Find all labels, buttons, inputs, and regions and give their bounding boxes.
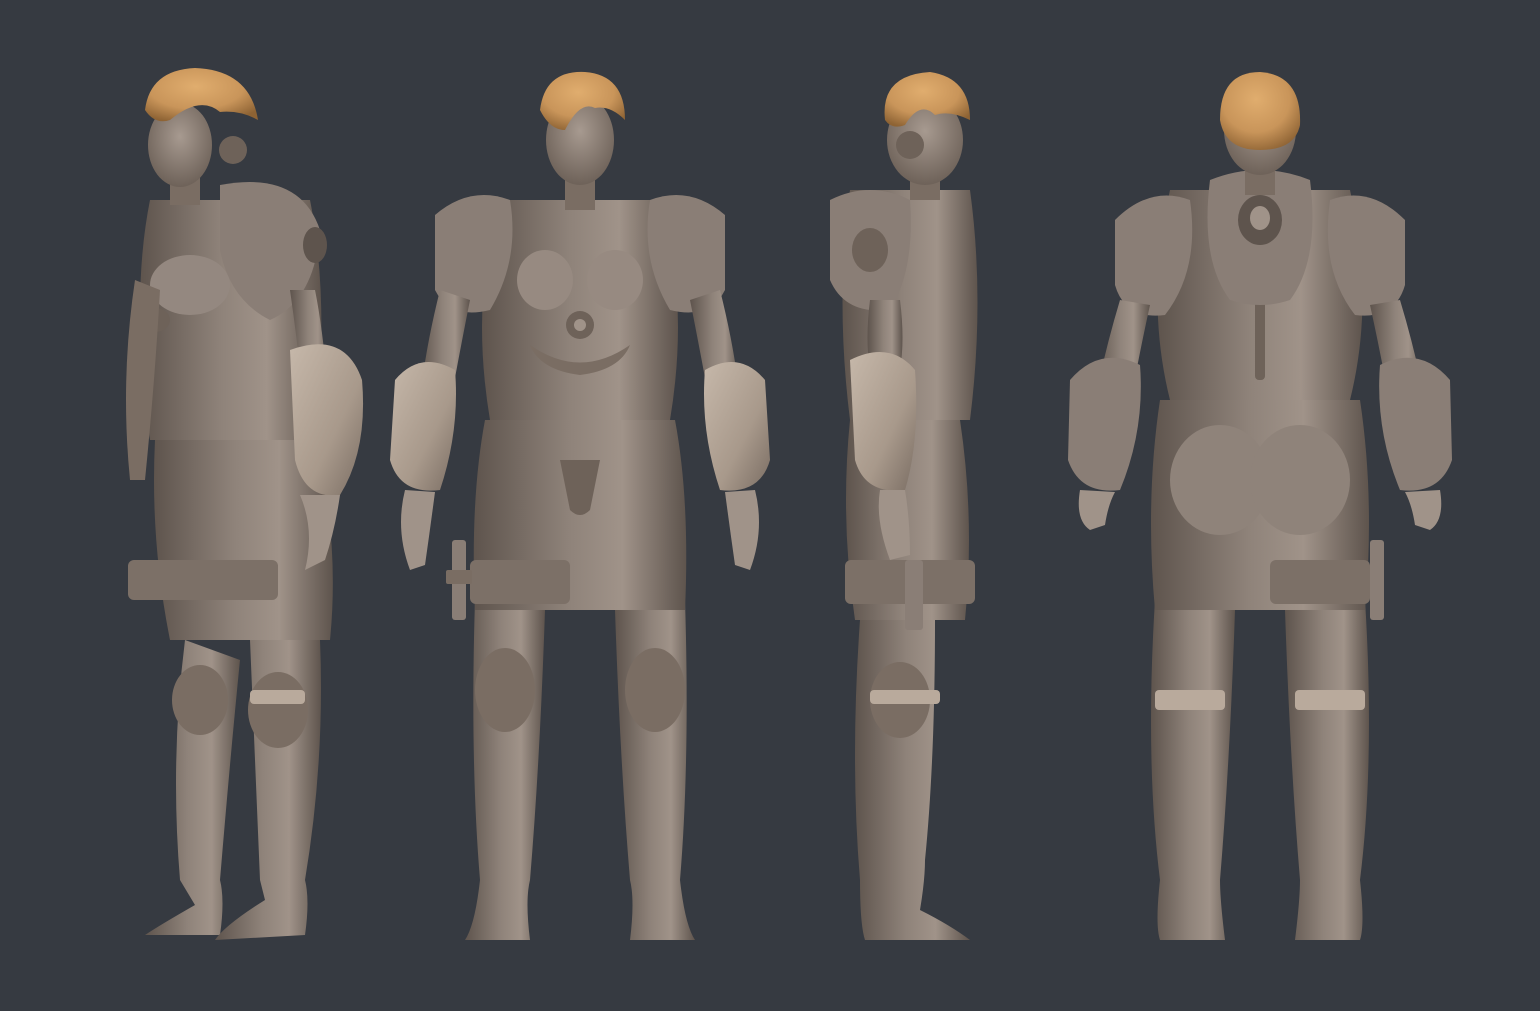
model-view-back [1068, 72, 1452, 940]
viewport-canvas [0, 0, 1540, 1011]
model-view-side-right [830, 72, 978, 940]
model-view-front [390, 71, 770, 940]
model-view-three-quarter-left [126, 68, 364, 940]
